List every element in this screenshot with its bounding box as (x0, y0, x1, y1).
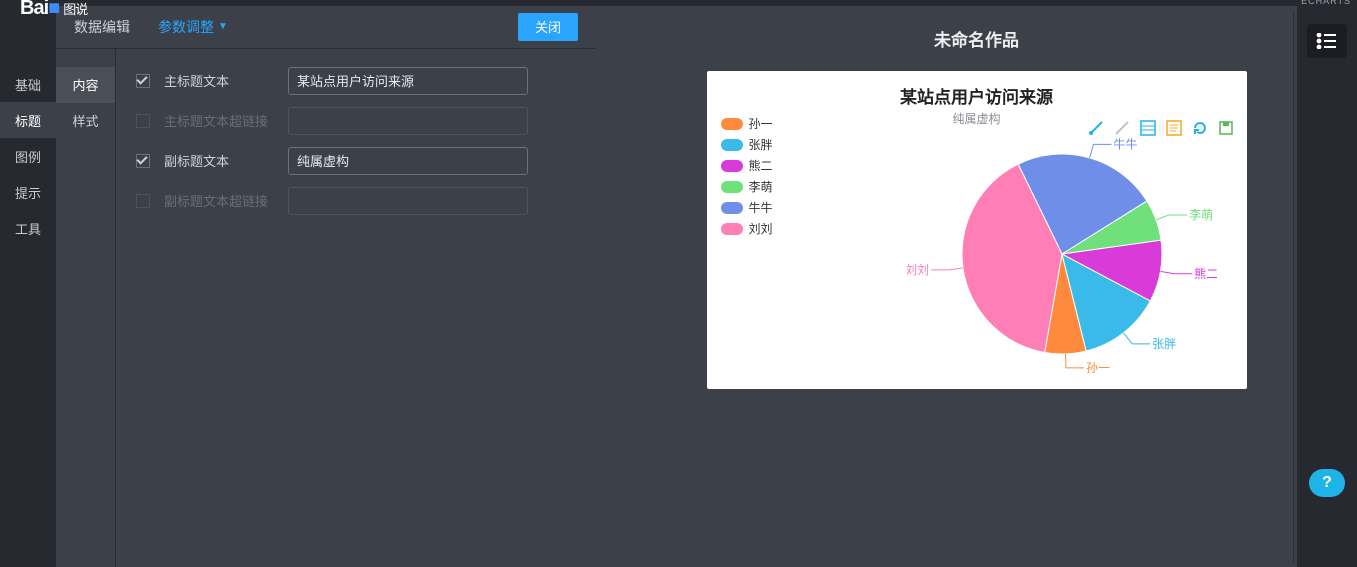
subnav-item-style[interactable]: 样式 (56, 103, 115, 139)
nav-item-basic[interactable]: 基础 (0, 66, 56, 102)
chart-title: 某站点用户访问来源 (707, 71, 1247, 108)
pie-slice-label: 刘刘 (907, 263, 929, 277)
save-image-icon[interactable] (1217, 119, 1235, 137)
legend-item[interactable]: 李萌 (721, 178, 773, 195)
preview-panel: 未命名作品 某站点用户访问来源 纯属虚构 孙一张胖熊二李萌牛牛刘刘 孙一张胖熊二… (596, 6, 1357, 567)
pie-slice-label: 李萌 (1189, 207, 1213, 222)
sub-nav: 内容样式 (56, 49, 116, 567)
input-sub_title_link[interactable] (288, 187, 528, 215)
legend-label: 熊二 (749, 157, 773, 174)
legend-swatch-icon (721, 160, 743, 172)
legend-swatch-icon (721, 181, 743, 193)
nav-item-title[interactable]: 标题 (0, 102, 56, 138)
legend-label: 李萌 (749, 178, 773, 195)
work-title: 未命名作品 (934, 26, 1019, 51)
legend-swatch-icon (721, 139, 743, 151)
legend-swatch-icon (721, 118, 743, 130)
checkbox-main_title_link[interactable] (136, 114, 150, 128)
label-sub_title_link: 副标题文本超链接 (164, 191, 274, 210)
right-rail: ? (1297, 6, 1357, 567)
tab-param-adjust[interactable]: 参数调整 ▼ (158, 17, 228, 37)
legend-label: 牛牛 (749, 199, 773, 216)
input-main_title_link[interactable] (288, 107, 528, 135)
legend-label: 孙一 (749, 115, 773, 132)
subnav-item-content[interactable]: 内容 (56, 67, 115, 103)
pie-slice-label: 孙一 (1085, 361, 1109, 375)
legend-item[interactable]: 张胖 (721, 136, 773, 153)
pie-chart[interactable]: 孙一 张胖 熊二 李萌 牛牛刘刘 (907, 119, 1217, 379)
legend-label: 张胖 (749, 136, 773, 153)
chart-card: 某站点用户访问来源 纯属虚构 孙一张胖熊二李萌牛牛刘刘 孙一张胖熊二李萌牛牛刘刘 (707, 71, 1247, 389)
chevron-down-icon: ▼ (218, 21, 228, 32)
editor-panel: 数据编辑 参数调整 ▼ 关闭 内容样式 主标题文本主标题文本超链接副标题文本副标… (56, 6, 596, 567)
legend-item[interactable]: 熊二 (721, 157, 773, 174)
legend-item[interactable]: 孙一 (721, 115, 773, 132)
checkbox-sub_title_link[interactable] (136, 194, 150, 208)
right-rail-list-button[interactable] (1307, 24, 1347, 58)
form-area: 主标题文本主标题文本超链接副标题文本副标题文本超链接 (116, 49, 596, 567)
help-button[interactable]: ? (1309, 469, 1345, 497)
label-main_title: 主标题文本 (164, 71, 274, 90)
legend-swatch-icon (721, 202, 743, 214)
input-main_title[interactable] (288, 67, 528, 95)
tab-param-adjust-label: 参数调整 (158, 17, 214, 37)
checkbox-sub_title[interactable] (136, 154, 150, 168)
pie-slice-label: 张胖 (1152, 337, 1176, 351)
close-button[interactable]: 关闭 (518, 13, 578, 41)
label-sub_title: 副标题文本 (164, 151, 274, 170)
legend-item[interactable]: 牛牛 (721, 199, 773, 216)
left-nav: 基础标题图例提示工具 (0, 6, 56, 567)
checkbox-main_title[interactable] (136, 74, 150, 88)
label-main_title_link: 主标题文本超链接 (164, 111, 274, 130)
chart-legend: 孙一张胖熊二李萌牛牛刘刘 (721, 115, 773, 241)
nav-item-tip[interactable]: 提示 (0, 174, 56, 210)
pie-slice-label: 熊二 (1194, 266, 1217, 281)
nav-item-legend[interactable]: 图例 (0, 138, 56, 174)
legend-item[interactable]: 刘刘 (721, 220, 773, 237)
brand-logo: Bai■图说 (20, 0, 87, 20)
input-sub_title[interactable] (288, 147, 528, 175)
nav-item-tool[interactable]: 工具 (0, 210, 56, 246)
legend-label: 刘刘 (749, 220, 773, 237)
pie-slice-label: 牛牛 (1113, 136, 1137, 151)
legend-swatch-icon (721, 223, 743, 235)
